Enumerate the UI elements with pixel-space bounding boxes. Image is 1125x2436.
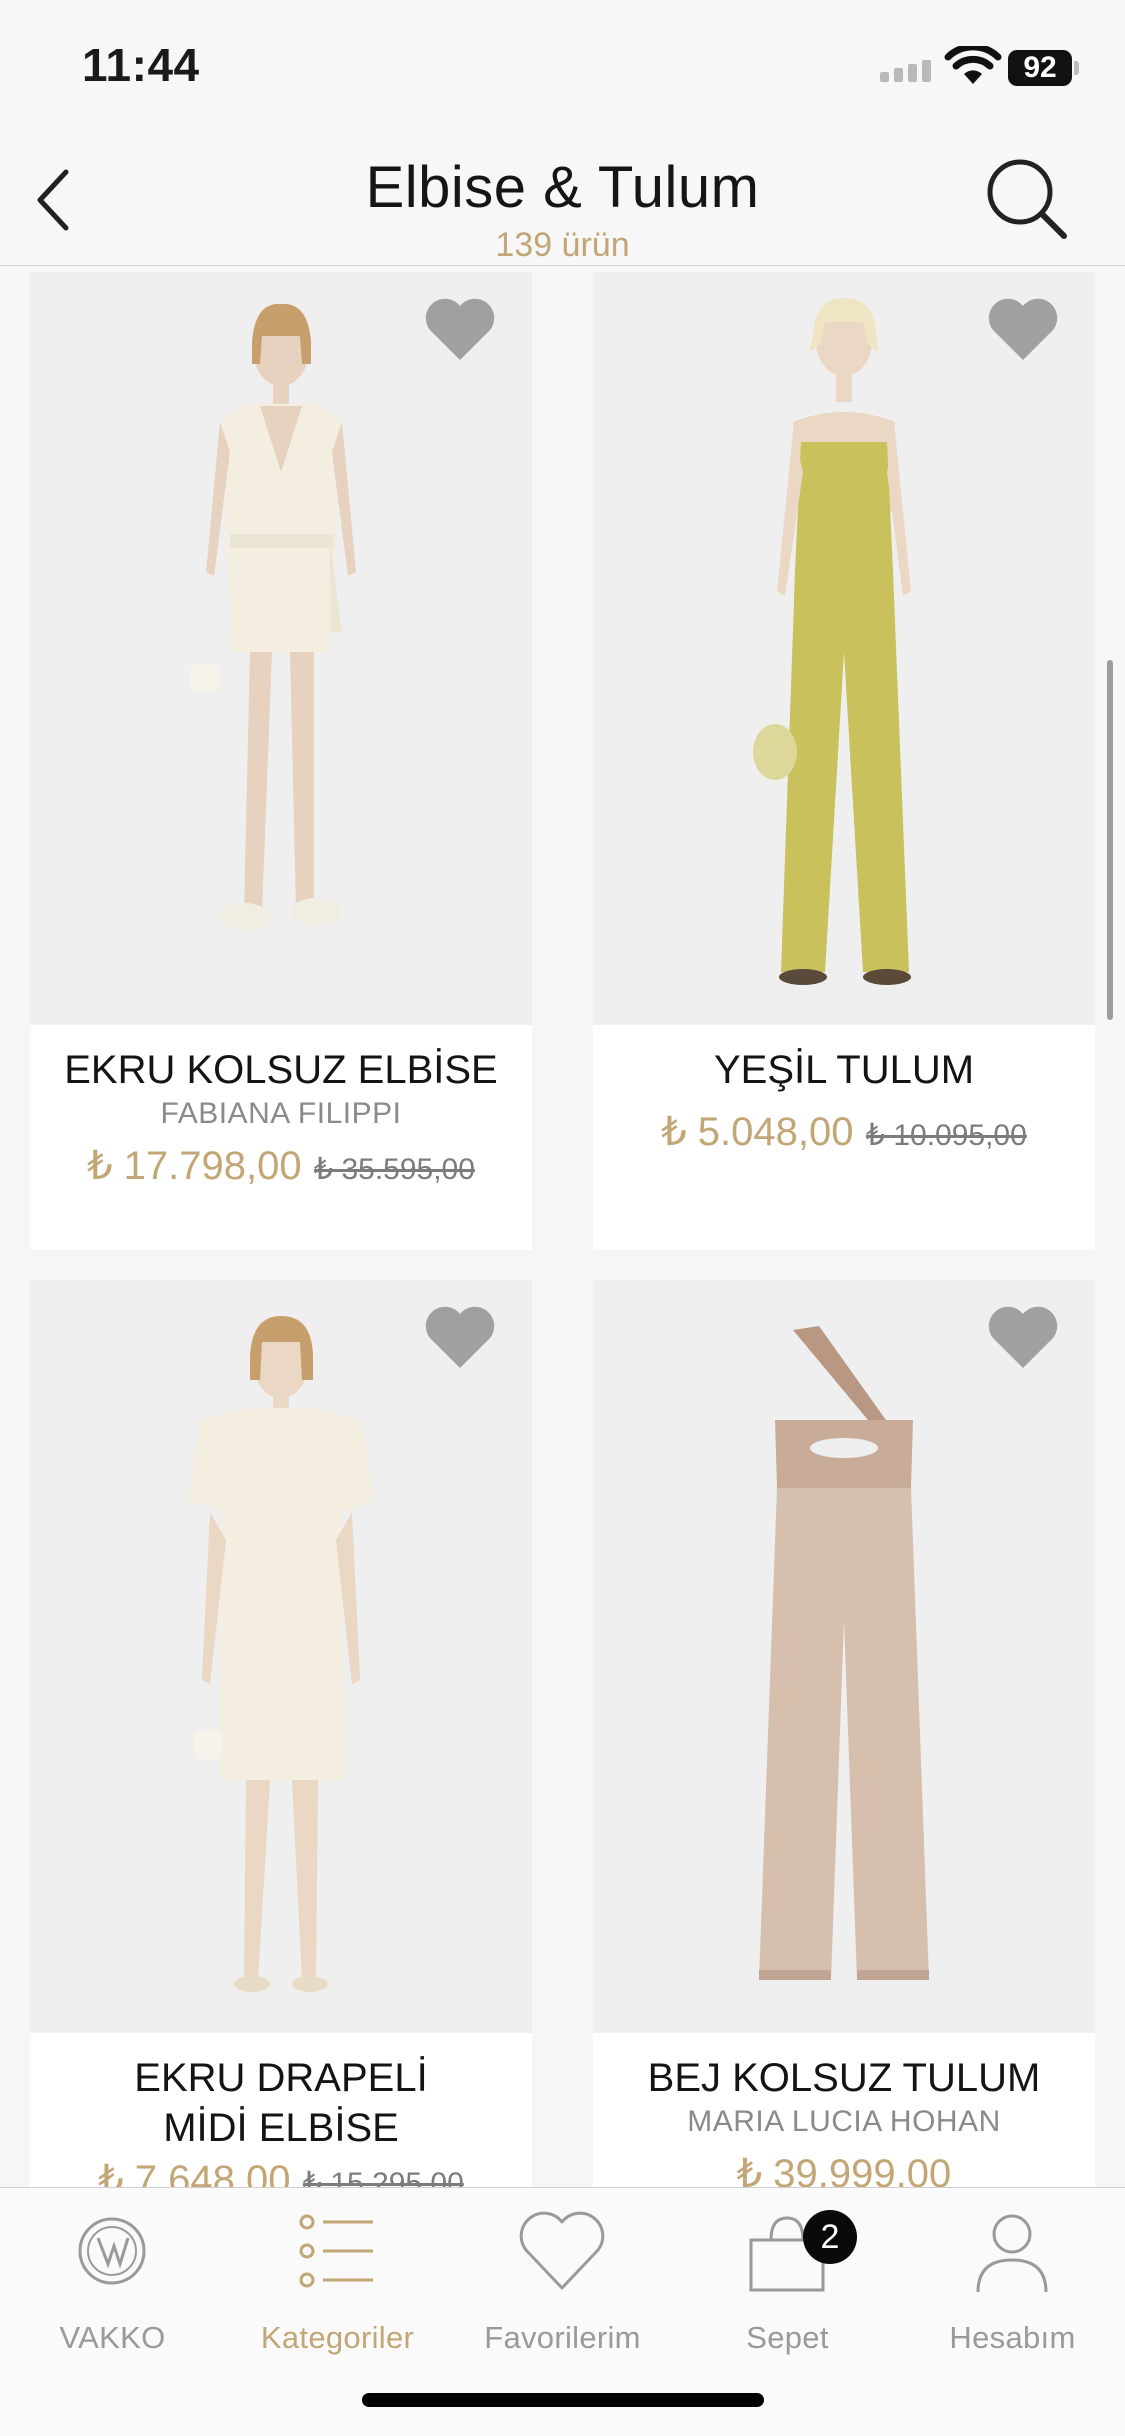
person-icon — [976, 2214, 1048, 2293]
product-old-price: ₺ 35.595,00 — [314, 1153, 475, 1186]
tab-label: Favorilerim — [484, 2320, 641, 2355]
favorite-heart-icon[interactable] — [985, 294, 1061, 362]
jumpsuit-flatlay-illustration — [759, 1326, 929, 1980]
product-brand: MARIA LUCIA HOHAN — [687, 2105, 1001, 2138]
cellular-signal-icon — [880, 60, 931, 82]
favorite-heart-icon[interactable] — [985, 1302, 1061, 1370]
tab-kategoriler[interactable]: Kategoriler — [225, 2206, 450, 2356]
product-name: EKRU KOLSUZ ELBİSE — [64, 1048, 498, 1092]
heart-icon — [519, 2211, 605, 2290]
product-price: ₺ 7.648,00 — [98, 2158, 291, 2187]
tab-hesabim[interactable]: Hesabım — [900, 2206, 1125, 2356]
product-card[interactable]: EKRU KOLSUZ ELBİSE FABIANA FILIPPI ₺ 17.… — [30, 272, 532, 1250]
product-name: YEŞİL TULUM — [713, 1048, 975, 1092]
product-old-price: ₺ 15.295,00 — [302, 2167, 464, 2187]
vakko-logo-icon — [78, 2217, 146, 2285]
product-brand: FABIANA FILIPPI — [160, 1097, 402, 1130]
product-grid: EKRU KOLSUZ ELBİSE FABIANA FILIPPI ₺ 17.… — [30, 272, 1095, 2187]
product-price: ₺ 5.048,00 — [661, 1110, 854, 1154]
product-card[interactable]: YEŞİL TULUM ₺ 5.048,00 ₺ 10.095,00 — [593, 272, 1095, 1250]
product-info: EKRU DRAPELİ MİDİ ELBİSE ₺ 7.648,00 ₺ 15… — [30, 2033, 532, 2187]
cart-count-badge: 2 — [803, 2210, 857, 2264]
product-price: ₺ 17.798,00 — [87, 1144, 302, 1188]
favorite-heart-icon[interactable] — [422, 1302, 498, 1370]
product-info: YEŞİL TULUM ₺ 5.048,00 ₺ 10.095,00 — [593, 1025, 1095, 1155]
product-count: 139 ürün — [495, 226, 630, 264]
product-image[interactable] — [593, 1280, 1095, 2033]
product-card[interactable]: BEJ KOLSUZ TULUM MARIA LUCIA HOHAN ₺ 39.… — [593, 1280, 1095, 2187]
product-old-price: ₺ 10.095,00 — [865, 1119, 1027, 1152]
search-icon[interactable] — [982, 154, 1072, 244]
list-icon — [299, 2214, 373, 2288]
favorite-heart-icon[interactable] — [422, 294, 498, 362]
wifi-icon — [944, 46, 1002, 84]
product-info: EKRU KOLSUZ ELBİSE FABIANA FILIPPI ₺ 17.… — [30, 1025, 532, 1189]
page-title: Elbise & Tulum — [365, 155, 760, 220]
product-image[interactable] — [593, 272, 1095, 1025]
tab-vakko[interactable]: VAKKO — [0, 2206, 225, 2356]
dress-figure-illustration — [188, 1316, 374, 1992]
status-time: 11:44 — [82, 39, 200, 91]
product-card[interactable]: EKRU DRAPELİ MİDİ ELBİSE ₺ 7.648,00 ₺ 15… — [30, 1280, 532, 2187]
navigation-header: Elbise & Tulum 139 ürün — [0, 130, 1125, 266]
product-info: BEJ KOLSUZ TULUM MARIA LUCIA HOHAN ₺ 39.… — [593, 2033, 1095, 2187]
battery-nub — [1074, 61, 1079, 75]
tab-label: VAKKO — [59, 2320, 166, 2355]
tab-favorilerim[interactable]: Favorilerim — [450, 2206, 675, 2356]
status-bar: 11:44 92 — [0, 0, 1125, 130]
bag-icon — [749, 2216, 825, 2292]
jumpsuit-figure-illustration — [753, 298, 911, 985]
product-name: BEJ KOLSUZ TULUM — [647, 2056, 1041, 2100]
product-name: EKRU DRAPELİ MİDİ ELBİSE — [134, 2056, 428, 2150]
scroll-indicator[interactable] — [1107, 660, 1113, 1020]
product-image[interactable] — [30, 272, 532, 1025]
product-price: ₺ 39.999,00 — [736, 2152, 952, 2187]
dress-figure-illustration — [190, 303, 356, 931]
product-image[interactable] — [30, 1280, 532, 2033]
tab-label: Sepet — [746, 2320, 829, 2355]
tab-sepet[interactable]: 2 Sepet — [675, 2206, 900, 2356]
home-indicator[interactable] — [362, 2393, 764, 2407]
tab-label: Kategoriler — [260, 2320, 415, 2355]
battery-icon: 92 — [1008, 50, 1072, 86]
tab-label: Hesabım — [949, 2320, 1076, 2355]
